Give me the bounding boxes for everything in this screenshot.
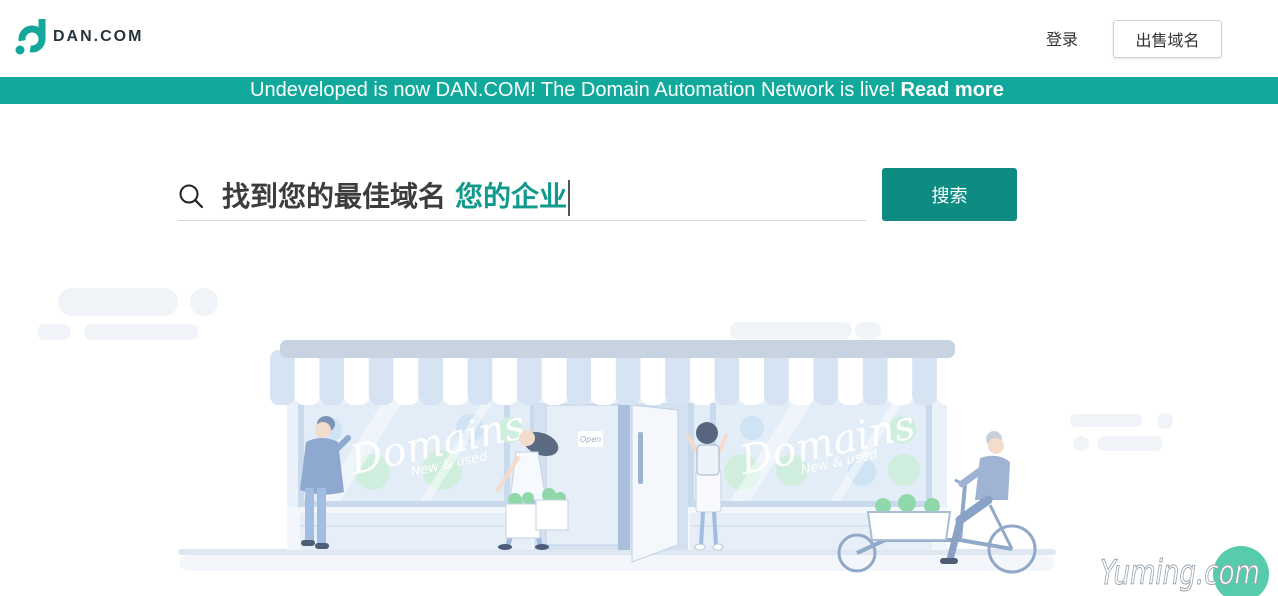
storefront-illustration: Domains New & used Open Domains New & us…	[37, 288, 1270, 596]
awning-stripe	[344, 350, 370, 405]
awning-stripe	[764, 350, 789, 405]
search-button[interactable]: 搜索	[882, 168, 1017, 221]
search-headline: 找到您的最佳域名	[222, 180, 447, 213]
dan-logo-icon	[15, 19, 46, 55]
logo-text: DAN.COM	[53, 28, 144, 45]
ground	[178, 549, 1056, 571]
watermark: Yuming.com	[1100, 545, 1270, 596]
search-highlight-word: 您的企业	[455, 180, 568, 213]
awning-stripe	[467, 350, 493, 405]
awning-stripe	[862, 350, 888, 405]
awning-stripe	[689, 350, 715, 405]
window-right: Domains New & used	[688, 402, 932, 507]
awning-stripe	[838, 350, 864, 405]
home-logo-link[interactable]: DAN.COM	[12, 19, 143, 55]
awning-stripes	[270, 350, 962, 405]
awning-stripe	[517, 350, 542, 405]
awning-stripe	[665, 350, 691, 405]
awning-stripe	[566, 350, 592, 405]
awning-stripe	[591, 350, 617, 405]
text-cursor	[568, 180, 571, 216]
search-input[interactable]: 找到您的最佳域名 您的企业	[178, 170, 866, 221]
awning-stripe	[442, 350, 468, 405]
login-link[interactable]: 登录	[1046, 29, 1078, 51]
read-more-link[interactable]: Read more	[900, 79, 1003, 101]
awning-stripe	[294, 350, 320, 405]
awning-bar	[280, 340, 955, 358]
search-underline	[178, 220, 866, 221]
awning-stripe	[319, 350, 345, 405]
awning-stripe	[368, 350, 394, 405]
awning-stripe	[788, 350, 814, 405]
banner-message: Undeveloped is now DAN.COM! The Domain A…	[250, 79, 896, 101]
site-header: DAN.COM 登录 出售域名	[0, 0, 1278, 77]
awning-stripe	[912, 350, 938, 405]
awning-stripe	[270, 350, 295, 405]
awning-stripe	[739, 350, 765, 405]
awning-stripe	[393, 350, 419, 405]
awning-stripe	[813, 350, 839, 405]
awning-stripe	[418, 350, 444, 405]
awning-stripe	[615, 350, 641, 405]
awning-stripe	[492, 350, 518, 405]
awning-stripe	[541, 350, 567, 405]
awning-stripe	[887, 350, 913, 405]
shop-door: Open	[534, 403, 688, 563]
watermark-text: Yuming.com	[1100, 553, 1260, 593]
sell-domain-button[interactable]: 出售域名	[1113, 20, 1222, 58]
awning-stripe	[640, 350, 666, 405]
awning-stripe	[936, 350, 962, 405]
banner-text: Undeveloped is now DAN.COM! The Domain A…	[250, 77, 1004, 104]
open-sign-text: Open	[580, 435, 601, 444]
announcement-banner: Undeveloped is now DAN.COM! The Domain A…	[0, 77, 1278, 104]
awning-stripe	[714, 350, 740, 405]
search-prompt: 找到您的最佳域名 您的企业	[222, 178, 571, 216]
